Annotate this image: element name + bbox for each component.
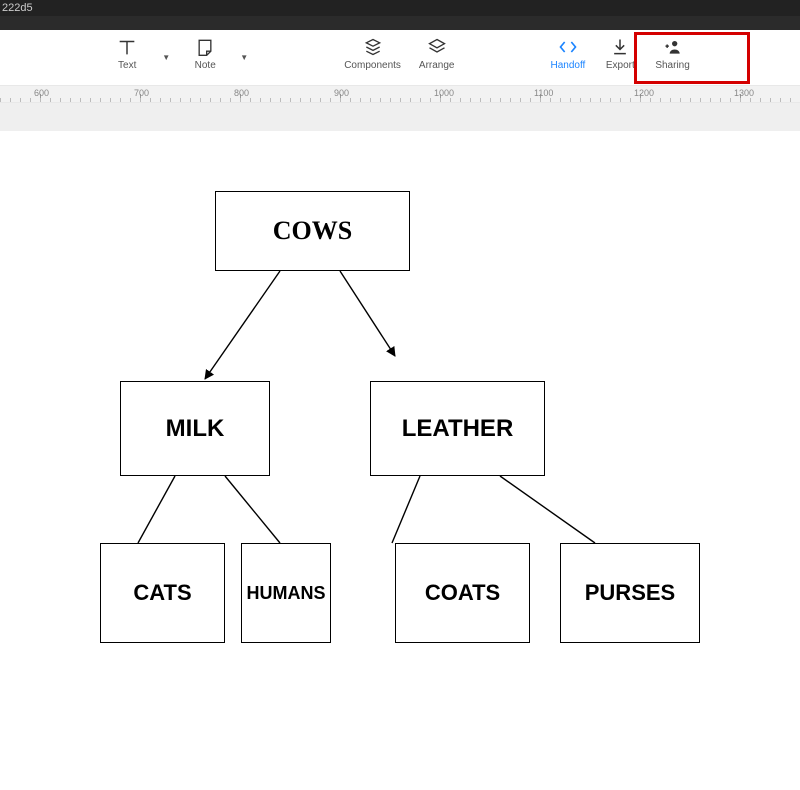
- export-label: Export: [606, 60, 635, 71]
- node-label: COATS: [425, 580, 500, 606]
- note-tool-caret[interactable]: ▼: [240, 53, 248, 62]
- note-tool-button[interactable]: Note: [188, 36, 222, 71]
- arrange-button[interactable]: Arrange: [419, 36, 455, 71]
- node-label: COWS: [273, 216, 352, 246]
- node-label: LEATHER: [402, 415, 514, 443]
- text-icon: [116, 36, 138, 58]
- note-icon: [194, 36, 216, 58]
- text-tool-caret[interactable]: ▼: [162, 53, 170, 62]
- components-label: Components: [344, 60, 401, 71]
- window-title: 222d5: [2, 2, 33, 14]
- design-canvas[interactable]: COWS MILK LEATHER CATS HUMANS COATS PURS…: [0, 131, 800, 790]
- node-label: MILK: [166, 415, 225, 443]
- canvas-header-strip: [0, 103, 800, 131]
- components-icon: [362, 36, 384, 58]
- node-leather[interactable]: LEATHER: [370, 381, 545, 476]
- handoff-button[interactable]: Handoff: [550, 36, 585, 71]
- node-label: PURSES: [585, 580, 675, 606]
- node-label: HUMANS: [247, 583, 326, 604]
- horizontal-ruler[interactable]: 3004005006007008009001000110012001300: [0, 85, 800, 103]
- text-tool-label: Text: [118, 60, 136, 71]
- components-button[interactable]: Components: [344, 36, 401, 71]
- arrange-label: Arrange: [419, 60, 455, 71]
- export-button[interactable]: Export: [603, 36, 637, 71]
- note-tool-label: Note: [195, 60, 216, 71]
- annotation-highlight: [634, 32, 750, 84]
- node-cats[interactable]: CATS: [100, 543, 225, 643]
- node-label: CATS: [133, 580, 191, 606]
- node-milk[interactable]: MILK: [120, 381, 270, 476]
- handoff-label: Handoff: [550, 60, 585, 71]
- export-icon: [609, 36, 631, 58]
- toolbar-group: Text ▼ Note ▼ Components Arrange: [110, 36, 690, 71]
- window-titlebar: 222d5: [0, 0, 800, 16]
- node-purses[interactable]: PURSES: [560, 543, 700, 643]
- main-toolbar: Text ▼ Note ▼ Components Arrange: [0, 30, 800, 85]
- arrange-icon: [426, 36, 448, 58]
- handoff-icon: [557, 36, 579, 58]
- node-cows[interactable]: COWS: [215, 191, 410, 271]
- node-coats[interactable]: COATS: [395, 543, 530, 643]
- text-tool-button[interactable]: Text: [110, 36, 144, 71]
- app-menubar: [0, 16, 800, 30]
- node-humans[interactable]: HUMANS: [241, 543, 331, 643]
